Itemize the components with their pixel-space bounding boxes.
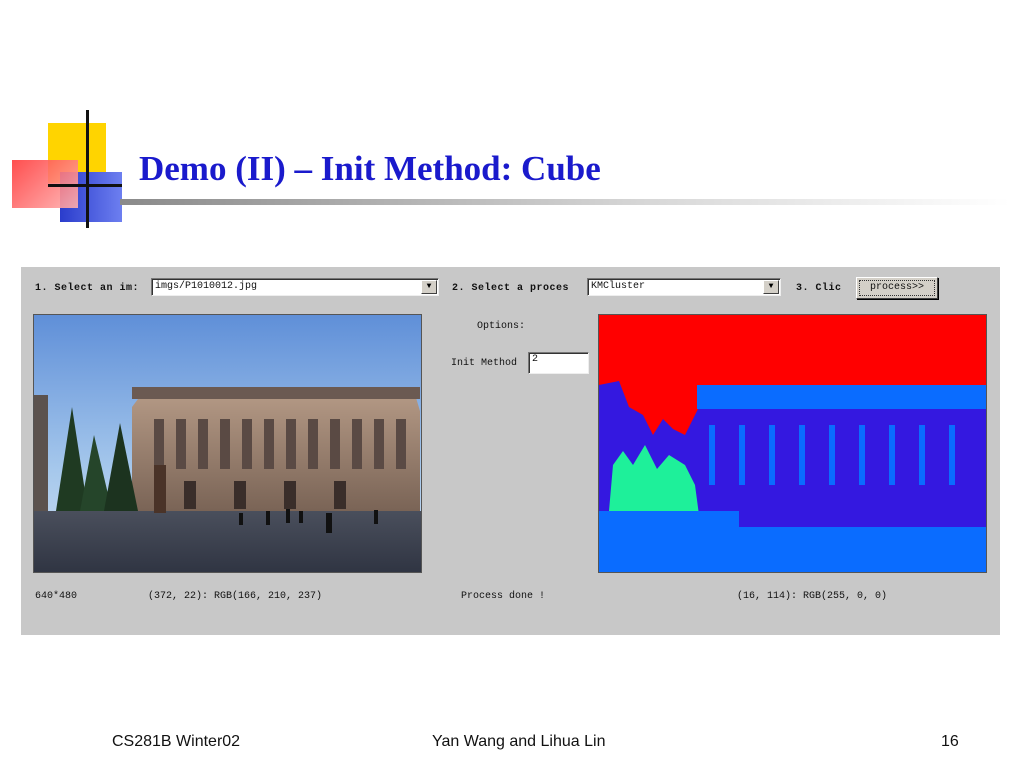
- title-logo-decoration: [0, 0, 140, 240]
- original-image-view[interactable]: [33, 314, 422, 573]
- building-photo: [34, 315, 421, 572]
- segmented-image-view[interactable]: [598, 314, 987, 573]
- page-number: 16: [941, 733, 959, 750]
- logo-vertical-line: [86, 110, 89, 228]
- chevron-down-icon[interactable]: ▼: [421, 280, 437, 294]
- step3-label: 3. Clic: [796, 283, 842, 294]
- slide-title: Demo (II) – Init Method: Cube: [139, 149, 601, 188]
- segmentation-app-window: 1. Select an im: imgs/P1010012.jpg ▼ 2. …: [21, 267, 1000, 635]
- image-select-combobox[interactable]: imgs/P1010012.jpg ▼: [151, 278, 439, 296]
- logo-horizontal-line: [48, 184, 122, 187]
- left-pixel-info: (372, 22): RGB(166, 210, 237): [148, 591, 323, 602]
- process-button-label: process>>: [859, 280, 935, 296]
- chevron-down-icon[interactable]: ▼: [763, 280, 779, 294]
- title-underline: [120, 199, 1010, 205]
- step2-label: 2. Select a proces: [452, 283, 570, 294]
- process-select-combobox[interactable]: KMCluster ▼: [587, 278, 781, 296]
- footer-authors: Yan Wang and Lihua Lin: [432, 733, 606, 750]
- process-select-value: KMCluster: [591, 281, 646, 292]
- right-pixel-info: (16, 114): RGB(255, 0, 0): [737, 591, 888, 602]
- step1-label: 1. Select an im:: [35, 283, 140, 294]
- footer-course: CS281B Winter02: [112, 733, 241, 750]
- init-method-label: Init Method: [451, 358, 518, 369]
- process-button[interactable]: process>>: [856, 277, 938, 299]
- options-label: Options:: [477, 321, 526, 332]
- init-method-input[interactable]: 2: [528, 352, 589, 374]
- status-text: Process done !: [461, 591, 546, 602]
- image-size-text: 640*480: [35, 591, 78, 602]
- image-select-value: imgs/P1010012.jpg: [155, 281, 258, 292]
- segmentation-result: [599, 315, 986, 572]
